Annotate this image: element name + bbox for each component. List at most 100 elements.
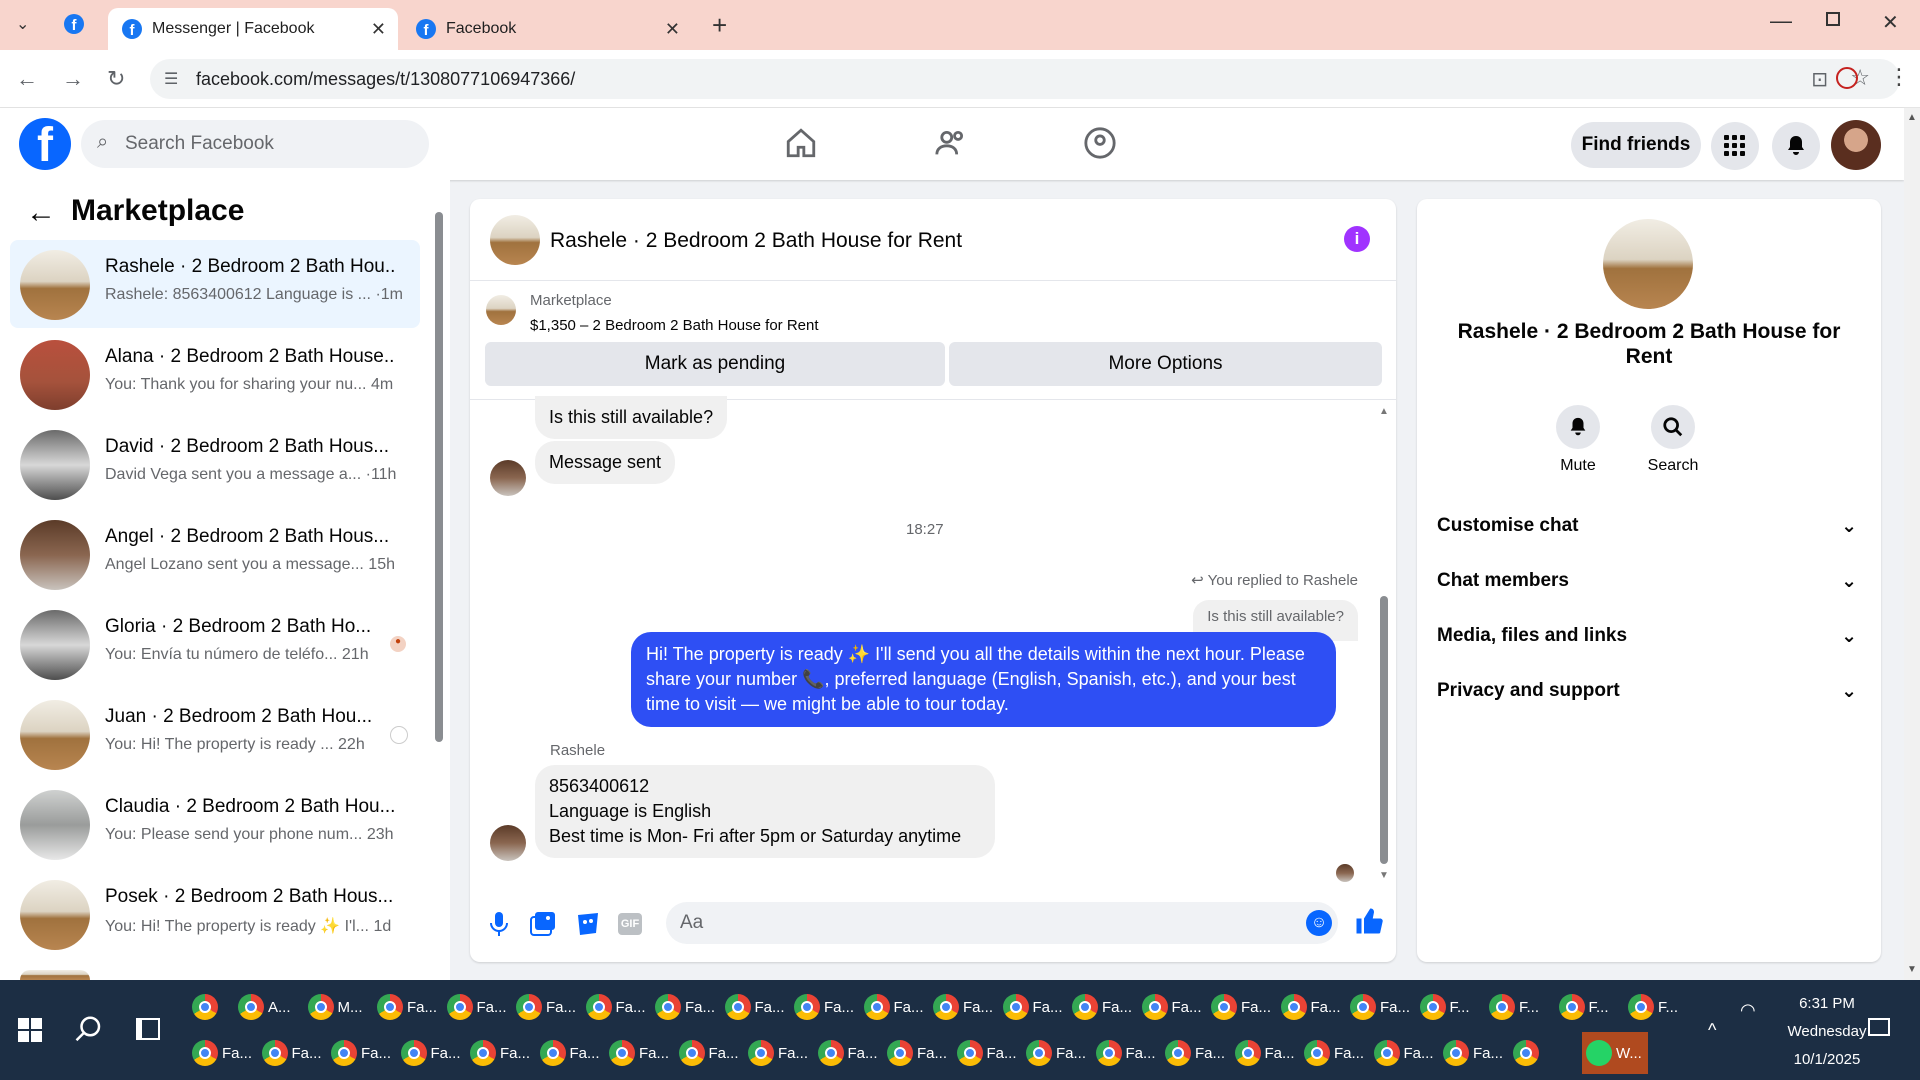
section-chat-members[interactable]: Chat members ⌄ — [1437, 570, 1857, 593]
taskbar-app-button[interactable]: Fa... — [400, 1032, 467, 1074]
groups-icon[interactable] — [1083, 126, 1117, 165]
taskbar-app-button[interactable]: F... — [1628, 986, 1694, 1028]
mute-button[interactable]: Mute — [1553, 405, 1603, 475]
message-input[interactable]: Aa ☺ — [666, 902, 1338, 944]
taskbar-app-button[interactable]: Fa... — [1350, 986, 1416, 1028]
forward-icon[interactable]: → — [62, 66, 84, 92]
taskbar-app-button[interactable]: F... — [1558, 986, 1625, 1028]
taskbar-app-button[interactable]: M... — [307, 986, 374, 1028]
scroll-up-arrow-icon[interactable]: ▲ — [1379, 406, 1389, 417]
taskbar-app-button[interactable]: Fa... — [1304, 1032, 1370, 1074]
section-media-files-links[interactable]: Media, files and links ⌄ — [1437, 625, 1857, 648]
taskbar-app-button[interactable]: Fa... — [539, 1032, 606, 1074]
chat-avatar[interactable] — [490, 215, 540, 265]
wifi-icon[interactable]: ◠ — [1740, 1000, 1756, 1021]
taskbar-app-button[interactable]: Fa... — [261, 1032, 328, 1074]
tab-list-dropdown-icon[interactable]: ⌄ — [16, 14, 29, 34]
taskbar-app-button[interactable]: Fa... — [724, 986, 791, 1028]
photo-icon[interactable] — [530, 911, 556, 942]
microphone-icon[interactable] — [488, 911, 510, 942]
taskbar-app-button[interactable] — [1512, 1032, 1579, 1074]
taskbar-app-button[interactable]: Fa... — [1026, 1032, 1092, 1074]
taskbar-app-button[interactable]: Fa... — [1373, 1032, 1440, 1074]
new-tab-button[interactable]: + — [712, 10, 727, 41]
pinned-facebook-tab-icon[interactable]: f — [64, 14, 84, 34]
conversation-item-gloria[interactable]: Gloria · 2 Bedroom 2 Bath Ho... You: Env… — [10, 600, 420, 688]
taskbar-app-button[interactable]: Fa... — [1002, 986, 1069, 1028]
taskbar-app-button[interactable]: Fa... — [1211, 986, 1277, 1028]
taskbar-app-button[interactable]: Fa... — [817, 1032, 884, 1074]
taskbar-app-button[interactable]: Fa... — [1095, 1032, 1162, 1074]
taskbar-app-button[interactable]: Fa... — [377, 986, 443, 1028]
close-tab-icon[interactable]: ✕ — [665, 19, 680, 40]
taskbar-app-button[interactable]: F... — [1419, 986, 1486, 1028]
scroll-down-arrow-icon[interactable]: ▼ — [1907, 964, 1917, 975]
mark-as-pending-button[interactable]: Mark as pending — [485, 342, 945, 386]
scroll-down-arrow-icon[interactable]: ▼ — [1379, 870, 1389, 881]
info-icon[interactable]: i — [1344, 226, 1370, 252]
conversation-item-david[interactable]: David · 2 Bedroom 2 Bath Hous... David V… — [10, 420, 420, 508]
taskbar-app-button[interactable]: Fa... — [1072, 986, 1138, 1028]
more-options-button[interactable]: More Options — [949, 342, 1382, 386]
taskbar-app-button[interactable]: Fa... — [609, 1032, 675, 1074]
start-button[interactable] — [18, 1018, 42, 1047]
taskbar-app-button[interactable]: Fa... — [748, 1032, 814, 1074]
sticker-icon[interactable] — [576, 911, 600, 942]
taskbar-app-button[interactable]: Fa... — [863, 986, 930, 1028]
profile-icon[interactable] — [1836, 67, 1858, 89]
taskbar-app-button[interactable]: A... — [238, 986, 304, 1028]
taskbar-search-icon[interactable] — [74, 1014, 104, 1049]
reload-icon[interactable]: ↻ — [107, 66, 125, 92]
taskbar-app-button[interactable]: Fa... — [1165, 1032, 1231, 1074]
close-window-button[interactable]: ✕ — [1882, 10, 1899, 35]
taskbar-app-button[interactable]: Fa... — [956, 1032, 1023, 1074]
facebook-logo-icon[interactable]: f — [19, 118, 71, 170]
site-info-icon[interactable]: ☰ — [164, 69, 178, 89]
back-icon[interactable]: ← — [16, 66, 38, 92]
taskbar-app-button[interactable]: W... — [1582, 1032, 1648, 1074]
taskbar-app-button[interactable]: Fa... — [331, 1032, 397, 1074]
chat-title[interactable]: Rashele · 2 Bedroom 2 Bath House for Ren… — [550, 229, 962, 253]
scrollbar[interactable] — [435, 202, 443, 972]
page-scrollbar[interactable]: ▲ ▼ — [1904, 108, 1920, 980]
menu-grid-button[interactable] — [1711, 122, 1759, 170]
taskbar-app-button[interactable]: Fa... — [933, 986, 999, 1028]
notification-center-icon[interactable] — [1868, 1018, 1890, 1036]
gif-icon[interactable]: GIF — [618, 913, 642, 935]
taskbar-app-button[interactable]: Fa... — [1280, 986, 1347, 1028]
emoji-icon[interactable]: ☺ — [1306, 910, 1332, 936]
taskbar-app-button[interactable]: Fa... — [655, 986, 721, 1028]
scrollbar-thumb[interactable] — [435, 212, 443, 742]
taskbar-app-button[interactable]: Fa... — [1141, 986, 1208, 1028]
restore-window-button[interactable] — [1826, 12, 1840, 26]
notifications-button[interactable] — [1772, 122, 1820, 170]
taskbar-app-button[interactable]: Fa... — [678, 1032, 745, 1074]
home-icon[interactable] — [784, 126, 818, 165]
show-hidden-icons[interactable]: ^ — [1708, 1020, 1716, 1041]
conversation-item-rashele[interactable]: Rashele · 2 Bedroom 2 Bath Hou... Rashel… — [10, 240, 420, 328]
conversation-item-posek[interactable]: Posek · 2 Bedroom 2 Bath Hous... You: Hi… — [10, 870, 420, 958]
conversation-item-alana[interactable]: Alana · 2 Bedroom 2 Bath House... You: T… — [10, 330, 420, 418]
taskbar-app-button[interactable]: Fa... — [585, 986, 652, 1028]
conversation-item-claudia[interactable]: Claudia · 2 Bedroom 2 Bath Hou... You: P… — [10, 780, 420, 868]
scroll-up-arrow-icon[interactable]: ▲ — [1907, 112, 1917, 123]
taskbar-app-button[interactable]: Fa... — [1443, 1032, 1509, 1074]
close-tab-icon[interactable]: ✕ — [371, 19, 386, 40]
scrollbar-thumb[interactable] — [1380, 596, 1388, 864]
taskbar-app-button[interactable]: Fa... — [887, 1032, 953, 1074]
section-customise-chat[interactable]: Customise chat ⌄ — [1437, 515, 1857, 538]
chat-scrollbar[interactable]: ▲ ▼ — [1379, 406, 1389, 884]
thumbs-up-icon[interactable] — [1354, 906, 1384, 941]
task-view-icon[interactable] — [136, 1018, 160, 1040]
taskbar-app-button[interactable]: Fa... — [794, 986, 860, 1028]
search-in-chat-button[interactable]: Search — [1643, 405, 1703, 475]
taskbar-app-button[interactable]: F... — [1489, 986, 1555, 1028]
browser-menu-icon[interactable]: ⋮ — [1888, 64, 1910, 90]
conversation-item-angel[interactable]: Angel · 2 Bedroom 2 Bath Hous... Angel L… — [10, 510, 420, 598]
tab-messenger[interactable]: f Messenger | Facebook ✕ — [108, 8, 398, 50]
taskbar-app-button[interactable]: Fa... — [192, 1032, 258, 1074]
conversation-item-juan[interactable]: Juan · 2 Bedroom 2 Bath Hou... You: Hi! … — [10, 690, 420, 778]
back-arrow-icon[interactable]: ← — [26, 196, 56, 230]
tab-facebook[interactable]: f Facebook ✕ — [402, 8, 692, 50]
friends-icon[interactable] — [934, 126, 968, 165]
